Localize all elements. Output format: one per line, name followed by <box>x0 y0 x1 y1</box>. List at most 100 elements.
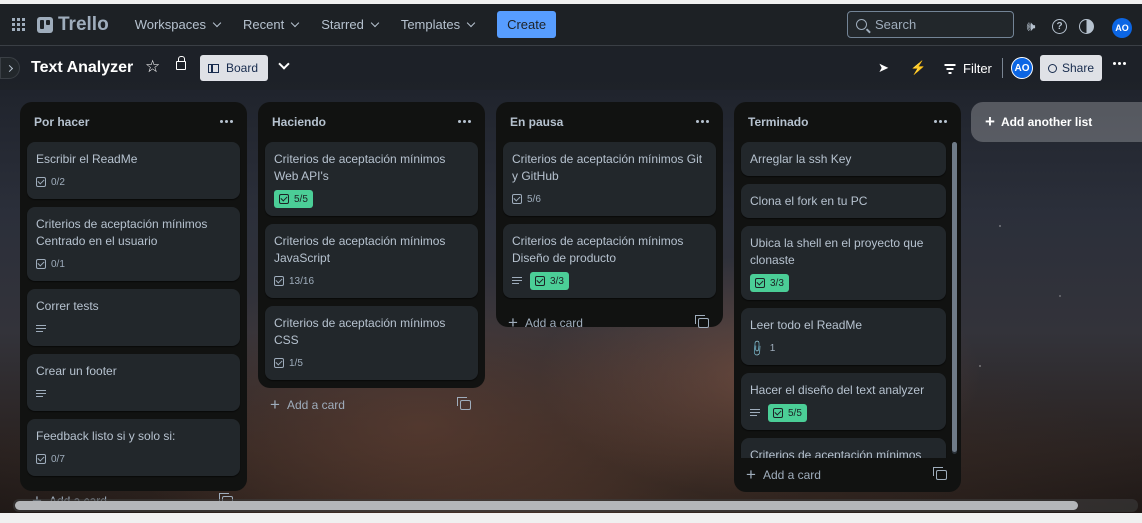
add-list-button[interactable]: + Add another list <box>971 102 1142 142</box>
card-title: Criterios de aceptación mínimos JavaScri… <box>274 234 446 265</box>
card-title: Criterios de aceptación mínimos Centrado… <box>36 217 208 248</box>
card[interactable]: Crear un footer <box>27 354 240 411</box>
card-title: Criterios de aceptación mínimos Diseño d… <box>512 234 684 265</box>
board-scrollbar-thumb[interactable] <box>15 501 1078 510</box>
add-card-button[interactable]: + Add a card <box>258 388 485 422</box>
search-placeholder: Search <box>875 17 917 32</box>
power-up-icon[interactable]: ➤ <box>878 46 889 90</box>
card[interactable]: Criterios de aceptación mínimos CSS 1/5 <box>265 306 478 380</box>
description-icon <box>750 408 760 418</box>
board-horizontal-scrollbar[interactable] <box>13 499 1138 512</box>
card-title: Escribir el ReadMe <box>36 152 138 166</box>
card[interactable]: Criterios de aceptación mínimos HTML <box>741 438 946 458</box>
plus-icon: + <box>985 112 995 131</box>
card[interactable]: Hacer el diseño del text analyzer 5/5 <box>741 373 946 430</box>
list-more-icon[interactable] <box>458 120 471 123</box>
checklist-badge: 0/7 <box>36 450 65 468</box>
board-view-label: Board <box>226 61 259 75</box>
view-switcher-chevron-icon[interactable] <box>278 58 290 70</box>
automation-icon[interactable]: ⚡ <box>910 46 926 90</box>
search-input[interactable]: Search <box>847 11 1014 38</box>
list-title: Haciendo <box>272 115 327 129</box>
filter-label: Filter <box>963 61 992 76</box>
card[interactable]: Escribir el ReadMe 0/2 <box>27 142 240 199</box>
card[interactable]: Criterios de aceptación mínimos JavaScri… <box>265 224 478 298</box>
board-header: Text Analyzer ☆ Board ➤ ⚡ Filter AO Shar… <box>0 46 1142 90</box>
card[interactable]: Arreglar la ssh Key <box>741 142 946 176</box>
board-view-button[interactable]: Board <box>200 55 268 81</box>
list-por-hacer: Por hacer Escribir el ReadMe 0/2 Criteri… <box>20 102 247 509</box>
app-switcher-button[interactable] <box>3 10 33 40</box>
account-avatar[interactable]: AO <box>1112 18 1132 38</box>
list-title: Terminado <box>748 115 809 129</box>
nav-templates-button[interactable]: Templates <box>391 9 484 41</box>
checklist-count: 5/6 <box>527 193 541 205</box>
card-title: Correr tests <box>36 299 99 313</box>
list-header[interactable]: Haciendo <box>258 102 485 142</box>
chevron-down-icon <box>290 18 300 27</box>
board-icon <box>208 63 219 73</box>
chevron-down-icon <box>212 18 222 27</box>
add-card-button[interactable]: + Add a card <box>496 306 723 340</box>
board-member-avatar[interactable]: AO <box>1011 57 1033 79</box>
list-header[interactable]: Por hacer <box>20 102 247 142</box>
list-header[interactable]: Terminado <box>734 102 961 142</box>
list-en-pausa: En pausa Criterios de aceptación mínimos… <box>496 102 723 331</box>
card[interactable]: Clona el fork en tu PC <box>741 184 946 218</box>
description-icon <box>36 389 46 399</box>
nav-starred-button[interactable]: Starred <box>311 9 388 41</box>
template-icon[interactable] <box>695 315 709 328</box>
plus-icon: + <box>508 313 518 332</box>
share-icon <box>1047 63 1057 73</box>
template-icon[interactable] <box>457 397 471 410</box>
card[interactable]: Criterios de aceptación mínimos Diseño d… <box>503 224 716 298</box>
card[interactable]: Leer todo el ReadMe 📎 1 <box>741 308 946 365</box>
add-card-label: Add a card <box>524 316 583 330</box>
checklist-count: 0/1 <box>51 258 65 270</box>
checklist-icon <box>36 454 46 464</box>
card[interactable]: Criterios de aceptación mínimos Git y Gi… <box>503 142 716 216</box>
card[interactable]: Criterios de aceptación mínimos Centrado… <box>27 207 240 281</box>
create-button[interactable]: Create <box>497 11 557 38</box>
checklist-count: 5/5 <box>294 193 308 205</box>
checklist-icon <box>773 408 783 418</box>
card[interactable]: Criterios de aceptación mínimos Web API'… <box>265 142 478 216</box>
share-button[interactable]: Share <box>1040 55 1102 81</box>
list-header[interactable]: En pausa <box>496 102 723 142</box>
card[interactable]: Correr tests <box>27 289 240 346</box>
add-card-button[interactable]: + Add a card <box>734 458 961 492</box>
nav-workspaces-button[interactable]: Workspaces <box>125 9 230 41</box>
window-bottom-edge <box>0 513 1142 523</box>
nav-templates-label: Templates <box>400 17 461 32</box>
megaphone-icon[interactable]: 🕪 <box>1022 17 1040 35</box>
card[interactable]: Feedback listo si y solo si: 0/7 <box>27 419 240 476</box>
board-title[interactable]: Text Analyzer <box>31 59 133 77</box>
sidebar-expand-button[interactable] <box>0 57 20 79</box>
card-title: Criterios de aceptación mínimos Web API'… <box>274 152 446 183</box>
header-divider <box>1002 58 1003 78</box>
apps-grid-icon <box>11 18 25 31</box>
list-more-icon[interactable] <box>220 120 233 123</box>
checklist-icon <box>36 259 46 269</box>
attachment-badge: 📎 1 <box>747 339 775 357</box>
list-more-icon[interactable] <box>934 120 947 123</box>
card[interactable]: Ubica la shell en el proyecto que clonas… <box>741 226 946 300</box>
card-title: Ubica la shell en el proyecto que clonas… <box>750 236 924 267</box>
more-icon[interactable] <box>1113 62 1126 65</box>
filter-button[interactable]: Filter <box>944 61 992 76</box>
lock-icon[interactable] <box>176 56 186 70</box>
nav-workspaces-label: Workspaces <box>134 17 206 32</box>
checklist-badge-complete: 5/5 <box>274 190 313 208</box>
help-icon[interactable]: ? <box>1052 18 1067 34</box>
chevron-right-icon <box>5 64 13 72</box>
trello-logo[interactable]: Trello <box>37 14 109 36</box>
checklist-count: 5/5 <box>788 407 802 419</box>
star-icon[interactable]: ☆ <box>145 58 160 76</box>
list-more-icon[interactable] <box>696 120 709 123</box>
checklist-count: 1/5 <box>289 357 303 369</box>
nav-recent-button[interactable]: Recent <box>233 9 308 41</box>
template-icon[interactable] <box>933 467 947 480</box>
list-title: En pausa <box>510 115 564 129</box>
theme-icon[interactable] <box>1079 18 1094 34</box>
nav-menu: Workspaces Recent Starred Templates Crea… <box>125 9 557 41</box>
